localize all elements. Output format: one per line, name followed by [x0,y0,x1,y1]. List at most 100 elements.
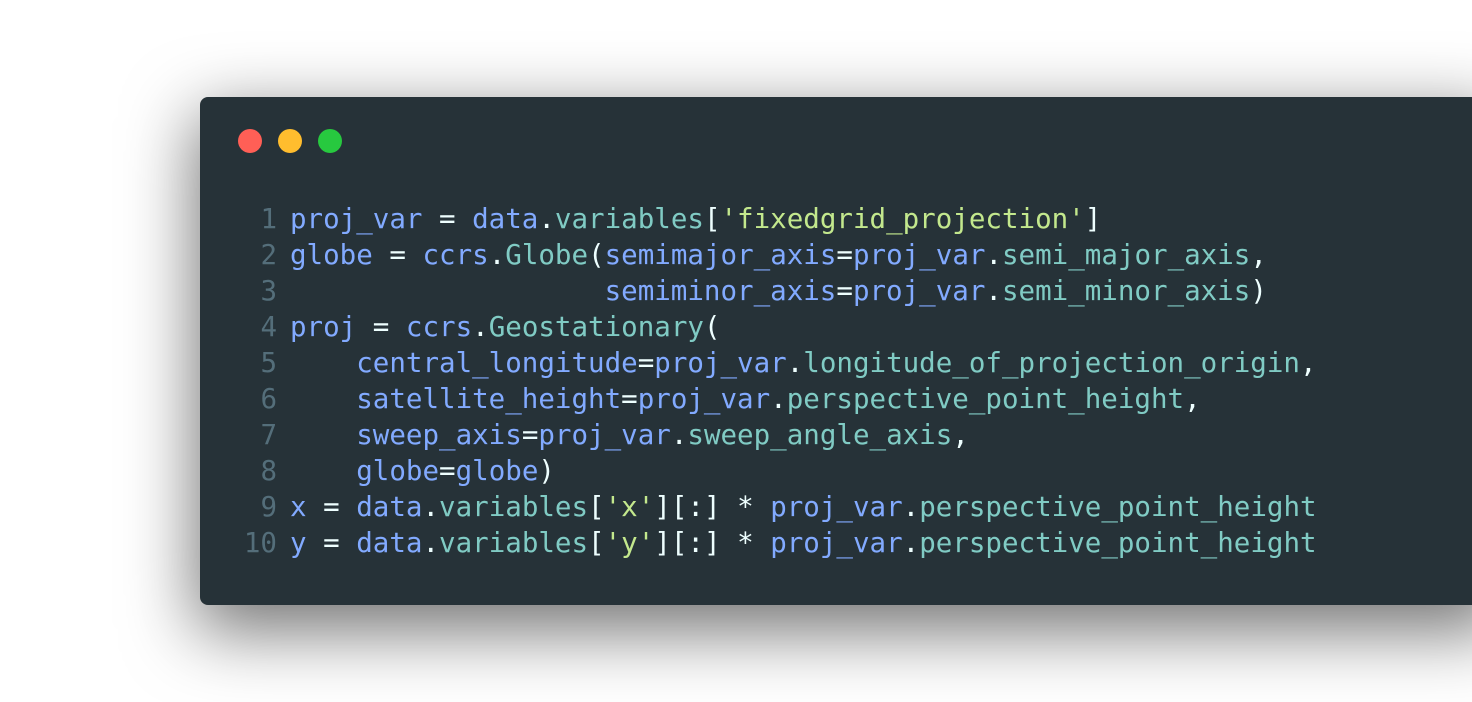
code-line: 8 globe=globe) [240,453,1317,489]
code-token: data [472,203,539,235]
code-token: = [836,275,853,307]
code-token: ][:] * [654,527,771,559]
code-token: perspective_point_height [919,527,1317,559]
code-token: = [422,203,473,235]
code-token: proj_var [538,419,671,451]
code-token: = [637,347,655,379]
code-token: proj_var [654,347,787,379]
code-block: 1 proj_var = data.variables['fixedgrid_pr… [240,201,1317,561]
code-line: 6 satellite_height=proj_var.perspective_… [240,381,1317,417]
code-token: satellite_height [356,383,622,415]
line-number: 6 [260,383,277,415]
code-token: semimajor_axis [604,239,837,271]
code-token: [ [588,527,605,559]
code-token: variables [439,491,589,523]
code-token: proj_var [770,527,903,559]
code-token: globe [356,455,440,487]
maximize-dot-icon[interactable] [318,129,342,153]
code-line: 10 y = data.variables['y'][:] * proj_var.… [240,525,1317,561]
code-token: . [770,383,787,415]
code-token: . [422,527,440,559]
code-token: Geostationary [488,311,704,343]
code-line: 1 proj_var = data.variables['fixedgrid_pr… [240,201,1317,237]
code-token: = [306,527,357,559]
code-token: , [1250,239,1267,271]
code-token: = [372,239,423,271]
code-token: . [902,527,920,559]
code-token: = [836,239,853,271]
code-token: . [786,347,804,379]
code-token: 'y' [604,527,655,559]
code-line: 9x = data.variables['x'][:] * proj_var.p… [240,489,1317,525]
code-line: 4 proj = ccrs.Geostationary( [240,309,1317,345]
code-token: . [472,311,489,343]
code-line: 7 sweep_axis=proj_var.sweep_angle_axis, [240,417,1317,453]
code-token: , [952,419,969,451]
line-number: 9 [260,491,277,523]
code-token: ] [1084,203,1102,235]
code-token: ) [1250,275,1267,307]
code-token: = [621,383,638,415]
code-token: perspective_point_height [919,491,1317,523]
code-line: 2 globe = ccrs.Globe(semimajor_axis=proj_… [240,237,1317,273]
line-number: 4 [260,311,277,343]
line-number: 5 [260,347,277,379]
code-token: = [356,311,406,343]
code-token: = [521,419,539,451]
code-token: semi_minor_axis [1001,275,1251,307]
code-token: proj [290,311,357,343]
code-token: data [356,491,423,523]
code-token: 'x' [604,491,655,523]
code-token: ][:] * [654,491,771,523]
code-token: . [902,491,920,523]
code-token: 'fixedgrid_projection' [720,203,1085,235]
code-line: 5 central_longitude=proj_var.longitude_o… [240,345,1317,381]
code-token: perspective_point_height [786,383,1185,415]
code-token: variables [554,203,704,235]
code-token: semi_major_axis [1002,239,1251,271]
code-token: ccrs [422,239,489,271]
code-token: = [306,491,357,523]
code-token: proj_var [852,275,986,307]
line-number: 2 [260,239,277,271]
code-token: variables [439,527,589,559]
line-number: 7 [260,419,277,451]
code-token: . [670,419,688,451]
code-token: , [1299,347,1317,379]
code-token: proj_var [770,491,903,523]
code-token: [ [588,491,605,523]
close-dot-icon[interactable] [238,129,262,153]
code-token: globe [455,455,539,487]
code-token: proj_var [290,203,423,235]
code-token: proj_var [852,239,986,271]
code-token: ( [588,239,605,271]
code-token: proj_var [637,383,771,415]
code-token: ccrs [405,311,473,343]
code-token: . [422,491,440,523]
code-token: x [290,491,307,523]
minimize-dot-icon[interactable] [278,129,302,153]
code-token: data [356,527,423,559]
line-number: 10 [243,527,277,559]
code-token: semiminor_axis [604,275,837,307]
code-token: Globe [505,239,589,271]
code-token: ( [703,311,721,343]
code-token: , [1184,383,1201,415]
code-window: 1 proj_var = data.variables['fixedgrid_pr… [200,97,1472,605]
line-number: 1 [260,203,277,235]
code-token: . [985,275,1002,307]
code-token: longitude_of_projection_origin [803,347,1300,379]
code-token: ) [538,455,555,487]
code-token: . [488,239,506,271]
code-token: central_longitude [356,347,638,379]
code-token: . [985,239,1002,271]
line-number: 8 [260,455,277,487]
code-token: . [538,203,555,235]
code-token: globe [290,239,373,271]
code-token: sweep_angle_axis [687,419,953,451]
code-token: y [290,527,307,559]
code-token: = [439,455,456,487]
